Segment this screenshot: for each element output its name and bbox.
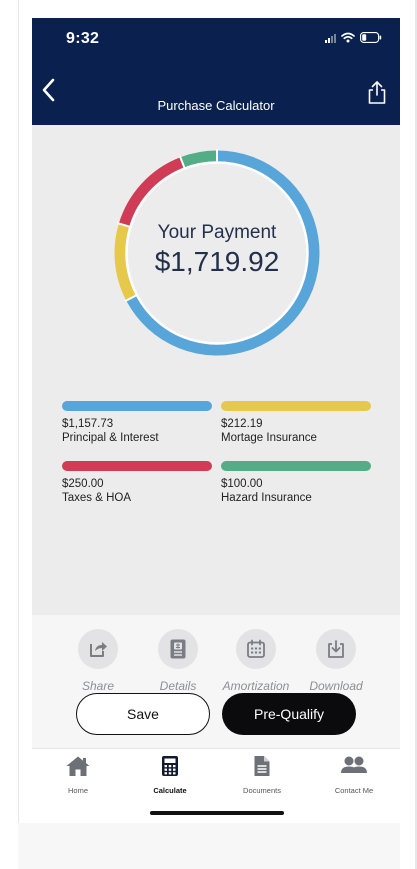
- action-amortization-circle[interactable]: [236, 629, 276, 669]
- tab-home[interactable]: Home: [38, 755, 118, 795]
- action-download[interactable]: Download: [296, 629, 376, 693]
- action-download-circle[interactable]: [316, 629, 356, 669]
- tab-documents-label: Documents: [243, 786, 281, 795]
- legend-label-taxes: Taxes & HOA: [62, 492, 132, 504]
- details-document-icon: [170, 639, 186, 659]
- legend-mortgage-insurance: $212.19 Mortage Insurance: [221, 401, 371, 444]
- legend-bar-mortgage: [221, 401, 371, 411]
- payment-label: Your Payment: [157, 222, 277, 243]
- actions-panel: Share Details Amortization Download Save…: [32, 615, 400, 748]
- legend-principal-interest: $1,157.73 Principal & Interest: [62, 401, 212, 444]
- calculator-icon: [162, 756, 178, 776]
- legend-value-taxes: $250.00: [62, 478, 104, 490]
- prequalify-button[interactable]: Pre-Qualify: [222, 693, 356, 735]
- tab-contact-me[interactable]: Contact Me: [314, 755, 394, 795]
- page-title: Purchase Calculator: [157, 98, 275, 113]
- signal-icon: [325, 33, 336, 43]
- legend-label-hazard: Hazard Insurance: [221, 492, 312, 504]
- legend-bar-taxes: [62, 461, 212, 471]
- status-icons: [325, 32, 382, 43]
- page-bottom-strip: [18, 823, 400, 869]
- share-arrow-icon: [90, 642, 107, 657]
- legend-bar-hazard: [221, 461, 371, 471]
- payment-value: $1,719.92: [154, 246, 280, 277]
- tab-calculate[interactable]: Calculate: [130, 755, 210, 795]
- donut-center-text: Your Payment $1,719.92: [112, 145, 322, 361]
- document-icon: [254, 756, 270, 776]
- legend-label-principal: Principal & Interest: [62, 432, 159, 444]
- calendar-icon: [247, 639, 265, 658]
- action-details[interactable]: Details: [138, 629, 218, 693]
- legend-label-mortgage: Mortage Insurance: [221, 432, 317, 444]
- save-button[interactable]: Save: [76, 693, 210, 735]
- frame-edge-left: [18, 0, 19, 869]
- action-share-label: Share: [81, 679, 115, 693]
- tab-contact-me-label: Contact Me: [334, 786, 374, 795]
- action-amortization[interactable]: Amortization: [216, 629, 296, 693]
- app-header: 9:32 Purchase Calculator: [32, 18, 400, 125]
- legend-hazard-insurance: $100.00 Hazard Insurance: [221, 461, 371, 504]
- legend-taxes-hoa: $250.00 Taxes & HOA: [62, 461, 212, 504]
- action-share-circle[interactable]: [78, 629, 118, 669]
- legend-value-hazard: $100.00: [221, 478, 263, 490]
- action-details-circle[interactable]: [158, 629, 198, 669]
- action-amortization-label: Amortization: [222, 679, 290, 693]
- bottom-tab-bar: Home Calculate Documents Contact Me: [32, 748, 400, 823]
- status-time: 9:32: [66, 30, 100, 47]
- legend-value-principal: $1,157.73: [62, 418, 114, 430]
- action-download-label: Download: [309, 679, 363, 693]
- tab-calculate-label: Calculate: [153, 786, 187, 795]
- home-indicator: [150, 811, 284, 815]
- tab-home-label: Home: [67, 786, 88, 795]
- download-icon: [328, 640, 344, 658]
- contacts-icon: [341, 756, 367, 773]
- legend-bar-principal: [62, 401, 212, 411]
- legend-value-mortgage: $212.19: [221, 418, 263, 430]
- home-icon: [66, 756, 90, 776]
- payment-summary-panel: Your Payment $1,719.92 $1,157.73 Princip…: [32, 125, 400, 615]
- tab-documents[interactable]: Documents: [222, 755, 302, 795]
- action-share[interactable]: Share: [58, 629, 138, 693]
- phone-screen: 9:32 Purchase Calculator Your Payment $1…: [32, 18, 400, 823]
- battery-icon: [360, 32, 382, 43]
- action-details-label: Details: [159, 679, 197, 693]
- wifi-icon: [341, 32, 355, 43]
